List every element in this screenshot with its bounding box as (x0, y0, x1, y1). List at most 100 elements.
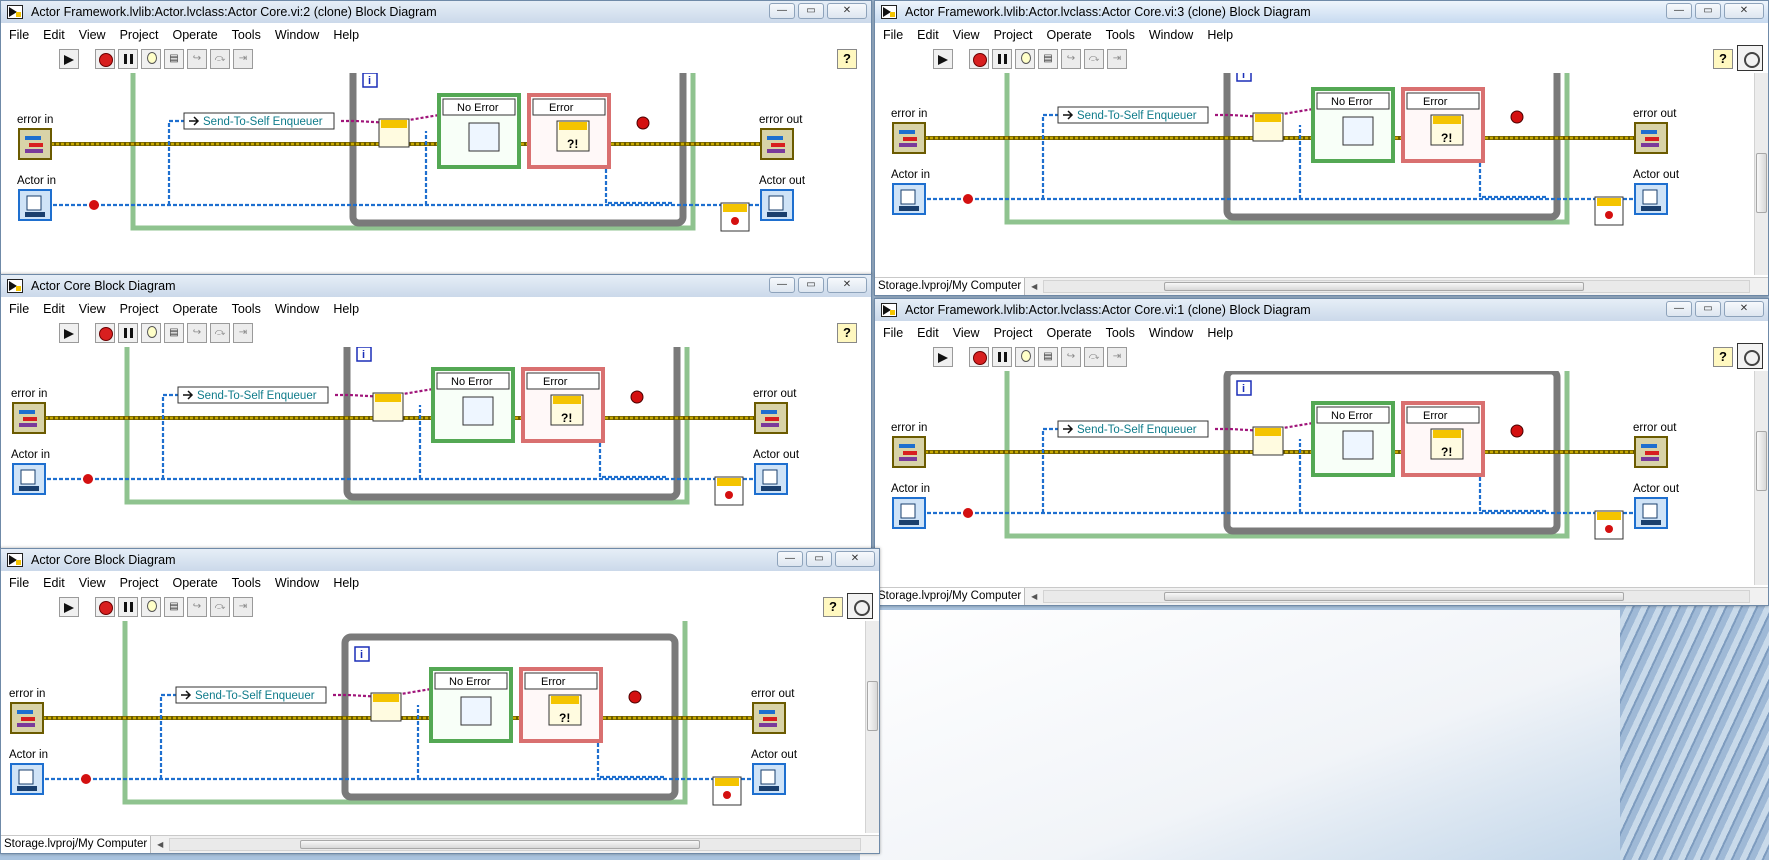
retain-wire-values-icon[interactable]: ▤ (1038, 49, 1058, 69)
menu-file[interactable]: File (9, 302, 29, 316)
abort-execution-icon[interactable] (95, 597, 115, 617)
menu-edit[interactable]: Edit (43, 28, 65, 42)
pause-icon[interactable] (992, 49, 1012, 69)
highlight-execution-icon[interactable] (141, 597, 161, 617)
context-help-icon[interactable]: ? (1713, 347, 1733, 367)
diagram-canvas[interactable]: i Send-To-Self Enqueuer No Error Error?! err… (875, 73, 1768, 275)
vertical-scrollbar[interactable] (865, 621, 879, 833)
diagram-canvas[interactable]: i Send-To-Self Enqueuer No Error Error?! err… (1, 73, 871, 275)
menu-view[interactable]: View (79, 576, 106, 590)
menu-window[interactable]: Window (275, 576, 319, 590)
menu-window[interactable]: Window (1149, 326, 1193, 340)
menu-tools[interactable]: Tools (1106, 28, 1135, 42)
pause-icon[interactable] (118, 323, 138, 343)
menu-help[interactable]: Help (333, 576, 359, 590)
menu-edit[interactable]: Edit (43, 302, 65, 316)
vi-icon[interactable] (847, 593, 873, 619)
menu-edit[interactable]: Edit (917, 28, 939, 42)
menu-help[interactable]: Help (333, 302, 359, 316)
step-over-icon[interactable]: ⤼ (210, 49, 230, 69)
vertical-scroll-thumb[interactable] (867, 681, 878, 731)
pause-icon[interactable] (118, 597, 138, 617)
abort-execution-icon[interactable] (95, 323, 115, 343)
close-button[interactable]: ✕ (835, 551, 875, 567)
vertical-scrollbar[interactable] (1754, 371, 1768, 585)
menu-tools[interactable]: Tools (232, 28, 261, 42)
menu-file[interactable]: File (9, 28, 29, 42)
menu-help[interactable]: Help (1207, 28, 1233, 42)
minimize-button[interactable]: — (1666, 3, 1692, 19)
retain-wire-values-icon[interactable]: ▤ (164, 323, 184, 343)
minimize-button[interactable]: — (769, 3, 795, 19)
step-into-icon[interactable]: ↪ (1061, 49, 1081, 69)
abort-execution-icon[interactable] (95, 49, 115, 69)
step-into-icon[interactable]: ↪ (1061, 347, 1081, 367)
menu-file[interactable]: File (883, 28, 903, 42)
menu-view[interactable]: View (953, 326, 980, 340)
title-bar[interactable]: Actor Framework.lvlib:Actor.lvclass:Acto… (875, 299, 1768, 321)
close-button[interactable]: ✕ (1724, 301, 1764, 317)
step-out-icon[interactable]: ⇥ (233, 323, 253, 343)
step-over-icon[interactable]: ⤼ (1084, 347, 1104, 367)
diagram-canvas[interactable]: i Send-To-Self Enqueuer No Error Error?! err… (875, 371, 1768, 585)
run-arrow-icon[interactable] (933, 49, 953, 69)
menu-tools[interactable]: Tools (232, 302, 261, 316)
diagram-canvas[interactable]: i Send-To-Self Enqueuer No Error Error?! err… (1, 621, 865, 833)
horizontal-scroll-thumb[interactable] (1164, 592, 1625, 601)
maximize-button[interactable]: ▭ (798, 277, 824, 293)
step-out-icon[interactable]: ⇥ (233, 597, 253, 617)
menu-window[interactable]: Window (275, 302, 319, 316)
scroll-left-arrow-icon[interactable]: ◀ (1031, 592, 1037, 601)
context-help-icon[interactable]: ? (1713, 49, 1733, 69)
menu-operate[interactable]: Operate (172, 28, 217, 42)
menu-tools[interactable]: Tools (232, 576, 261, 590)
step-into-icon[interactable]: ↪ (187, 49, 207, 69)
run-arrow-icon[interactable] (59, 49, 79, 69)
pause-icon[interactable] (118, 49, 138, 69)
block-diagram-window-clone-2[interactable]: Actor Framework.lvlib:Actor.lvclass:Acto… (0, 0, 872, 276)
title-bar[interactable]: Actor Core Block Diagram — ▭ ✕ (1, 275, 871, 297)
menu-window[interactable]: Window (275, 28, 319, 42)
menu-operate[interactable]: Operate (172, 576, 217, 590)
close-button[interactable]: ✕ (827, 3, 867, 19)
vi-icon[interactable] (1737, 45, 1763, 71)
pause-icon[interactable] (992, 347, 1012, 367)
retain-wire-values-icon[interactable]: ▤ (164, 49, 184, 69)
step-over-icon[interactable]: ⤼ (210, 597, 230, 617)
vertical-scroll-thumb[interactable] (1756, 153, 1767, 213)
scroll-left-arrow-icon[interactable]: ◀ (157, 840, 163, 849)
menu-edit[interactable]: Edit (917, 326, 939, 340)
title-bar[interactable]: Actor Framework.lvlib:Actor.lvclass:Acto… (875, 1, 1768, 23)
title-bar[interactable]: Actor Framework.lvlib:Actor.lvclass:Acto… (1, 1, 871, 23)
retain-wire-values-icon[interactable]: ▤ (1038, 347, 1058, 367)
maximize-button[interactable]: ▭ (1695, 301, 1721, 317)
run-arrow-icon[interactable] (59, 323, 79, 343)
step-out-icon[interactable]: ⇥ (233, 49, 253, 69)
run-arrow-icon[interactable] (59, 597, 79, 617)
block-diagram-window-actor-core-a[interactable]: Actor Core Block Diagram — ▭ ✕ File Edit Vie… (0, 274, 872, 550)
vi-icon[interactable] (1737, 343, 1763, 369)
menu-window[interactable]: Window (1149, 28, 1193, 42)
retain-wire-values-icon[interactable]: ▤ (164, 597, 184, 617)
step-into-icon[interactable]: ↪ (187, 323, 207, 343)
block-diagram-window-clone-3[interactable]: Actor Framework.lvlib:Actor.lvclass:Acto… (874, 0, 1769, 296)
horizontal-scroll-thumb[interactable] (300, 840, 701, 849)
menu-project[interactable]: Project (994, 326, 1033, 340)
menu-operate[interactable]: Operate (1046, 28, 1091, 42)
close-button[interactable]: ✕ (1724, 3, 1764, 19)
abort-execution-icon[interactable] (969, 49, 989, 69)
step-out-icon[interactable]: ⇥ (1107, 49, 1127, 69)
menu-tools[interactable]: Tools (1106, 326, 1135, 340)
minimize-button[interactable]: — (777, 551, 803, 567)
menu-help[interactable]: Help (1207, 326, 1233, 340)
maximize-button[interactable]: ▭ (806, 551, 832, 567)
step-out-icon[interactable]: ⇥ (1107, 347, 1127, 367)
menu-project[interactable]: Project (120, 576, 159, 590)
horizontal-scrollbar[interactable] (1043, 280, 1750, 293)
menu-view[interactable]: View (79, 302, 106, 316)
horizontal-scrollbar[interactable] (169, 838, 861, 851)
horizontal-scrollbar[interactable] (1043, 590, 1750, 603)
scroll-left-arrow-icon[interactable]: ◀ (1031, 282, 1037, 291)
menu-project[interactable]: Project (120, 28, 159, 42)
step-over-icon[interactable]: ⤼ (1084, 49, 1104, 69)
